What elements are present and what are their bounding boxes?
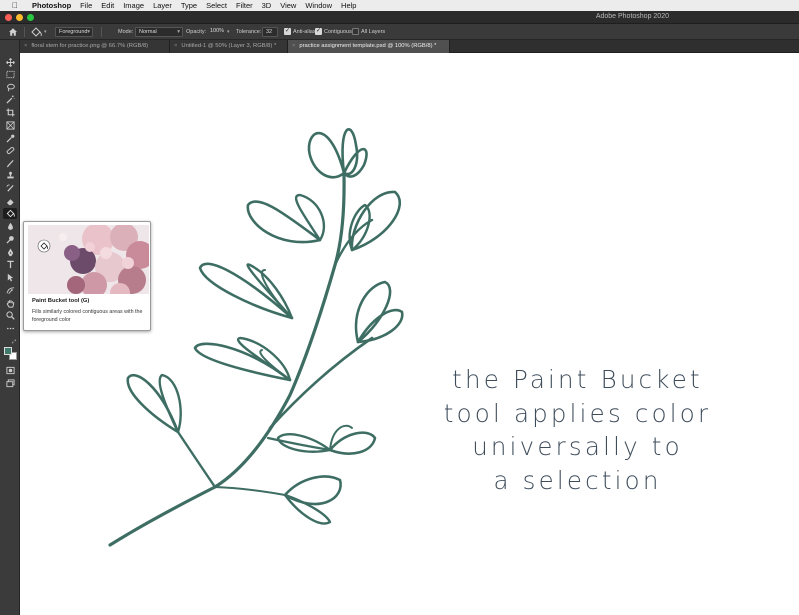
quick-mask-icon[interactable] (3, 365, 17, 376)
move-tool-icon[interactable] (3, 57, 17, 68)
app-title: Adobe Photoshop 2020 (595, 13, 669, 20)
caption-line-4: a selection (493, 465, 662, 495)
apple-menu-icon[interactable]:  (10, 1, 20, 10)
options-separator (24, 27, 25, 37)
menu-image[interactable]: Image (123, 0, 144, 11)
foreground-color-swatch[interactable] (4, 347, 12, 355)
paint-bucket-tooltip: Paint Bucket tool (G) Fills similarly co… (23, 221, 151, 331)
tab-untitled-1[interactable]: × Untitled-1 @ 50% (Layer 3, RGB/8) * (170, 40, 288, 53)
chevron-down-icon: ▾ (87, 29, 90, 35)
swap-colors-icon[interactable]: ⤢ (12, 340, 17, 345)
tab-practice-assignment[interactable]: × practice assignment template.psd @ 100%… (288, 40, 450, 53)
screen-mode-icon[interactable] (3, 378, 17, 389)
chevron-down-icon: ▾ (177, 29, 180, 35)
type-tool-icon[interactable] (3, 259, 17, 270)
tolerance-input[interactable]: 32 (262, 27, 278, 37)
mode-value: Normal (139, 29, 157, 35)
anti-alias-checkbox[interactable] (284, 27, 291, 35)
menu-view[interactable]: View (280, 0, 296, 11)
clone-stamp-icon[interactable] (3, 170, 17, 181)
hand-tool-icon[interactable] (3, 298, 17, 309)
close-tab-icon[interactable]: × (292, 43, 295, 49)
home-icon[interactable] (8, 27, 18, 37)
opacity-field[interactable]: 100% (207, 27, 226, 37)
dodge-tool-icon[interactable] (3, 234, 17, 245)
tab-floral-stem[interactable]: × floral stem for practice.png @ 66.7% (R… (20, 40, 170, 53)
options-separator (101, 27, 102, 37)
close-tab-icon[interactable]: × (24, 43, 27, 49)
tool-preset-picker[interactable] (30, 26, 44, 38)
eraser-icon[interactable] (3, 196, 17, 207)
fill-source-value: Foreground (59, 29, 88, 35)
tooltip-title: Paint Bucket tool (G) (32, 298, 90, 304)
menu-3d[interactable]: 3D (262, 0, 272, 11)
reset-colors-icon[interactable] (5, 341, 10, 355)
all-layers-label: All Layers (361, 29, 386, 35)
tooltip-description: Fills similarly colored contiguous areas… (32, 309, 143, 323)
paint-bucket-cursor-icon (37, 239, 51, 253)
caption-line-3: universally to (472, 432, 683, 461)
contiguous-label: Contiguous (324, 29, 352, 35)
zoom-window-button[interactable] (27, 14, 34, 21)
brush-tool-icon[interactable] (3, 158, 17, 169)
menu-layer[interactable]: Layer (153, 0, 172, 11)
floral-stem-artwork (108, 128, 404, 547)
caption-text: the Paint Bucket tool applies color univ… (415, 363, 740, 497)
more-tools-icon[interactable] (3, 323, 17, 334)
tab-label: Untitled-1 @ 50% (Layer 3, RGB/8) * (181, 43, 277, 49)
app-title-bar: Adobe Photoshop 2020 (0, 11, 799, 24)
tolerance-label: Tolerance: (236, 29, 262, 35)
path-selection-icon[interactable] (3, 272, 17, 283)
minimize-window-button[interactable] (16, 14, 23, 21)
all-layers-checkbox[interactable] (352, 28, 359, 35)
paint-bucket-icon[interactable] (3, 208, 17, 219)
tool-preset-chevron-icon[interactable]: ▾ (44, 29, 47, 35)
shape-tool-icon[interactable] (3, 285, 17, 296)
history-brush-icon[interactable] (3, 183, 17, 194)
fill-source-select[interactable]: Foreground ▾ (55, 27, 93, 37)
opacity-chevron-icon[interactable]: ▾ (227, 29, 230, 35)
tab-label: practice assignment template.psd @ 100% … (299, 43, 437, 49)
menu-type[interactable]: Type (181, 0, 197, 11)
tab-label: floral stem for practice.png @ 66.7% (RG… (31, 43, 149, 49)
caption-line-2: tool applies color (443, 398, 712, 428)
menu-filter[interactable]: Filter (236, 0, 253, 11)
eyedropper-icon[interactable] (3, 133, 17, 144)
opacity-value: 100% (210, 28, 225, 34)
healing-brush-icon[interactable] (3, 145, 17, 156)
contiguous-checkbox[interactable] (315, 27, 322, 35)
mode-label: Mode: (118, 29, 134, 35)
menu-select[interactable]: Select (206, 0, 227, 11)
frame-tool-icon[interactable] (3, 120, 17, 131)
menu-window[interactable]: Window (305, 0, 332, 11)
document-canvas[interactable]: the Paint Bucket tool applies color univ… (21, 54, 799, 615)
menu-photoshop[interactable]: Photoshop (32, 0, 71, 11)
zoom-tool-icon[interactable] (3, 310, 17, 321)
document-tabs: × floral stem for practice.png @ 66.7% (R… (20, 40, 799, 53)
tolerance-value: 32 (266, 29, 273, 35)
crop-tool-icon[interactable] (3, 107, 17, 118)
macos-menu-bar:  Photoshop File Edit Image Layer Type S… (0, 0, 799, 11)
menu-edit[interactable]: Edit (101, 0, 114, 11)
close-window-button[interactable] (5, 14, 12, 21)
anti-alias-label: Anti-alias (293, 29, 316, 35)
menu-file[interactable]: File (80, 0, 92, 11)
blur-tool-icon[interactable] (3, 221, 17, 232)
magic-wand-icon[interactable] (3, 94, 17, 105)
options-bar: ▾ Foreground ▾ Mode: Normal ▾ Opacity: 100… (0, 24, 799, 40)
tools-panel: ⤢ (0, 40, 20, 615)
pen-tool-icon[interactable] (3, 247, 17, 258)
menu-help[interactable]: Help (341, 0, 356, 11)
caption-line-1: the Paint Bucket (452, 365, 703, 394)
opacity-label: Opacity: (186, 29, 207, 35)
close-tab-icon[interactable]: × (174, 43, 177, 49)
tooltip-preview-image (28, 225, 149, 294)
marquee-tool-icon[interactable] (3, 69, 17, 80)
lasso-tool-icon[interactable] (3, 82, 17, 93)
mode-select[interactable]: Normal ▾ (135, 27, 183, 37)
